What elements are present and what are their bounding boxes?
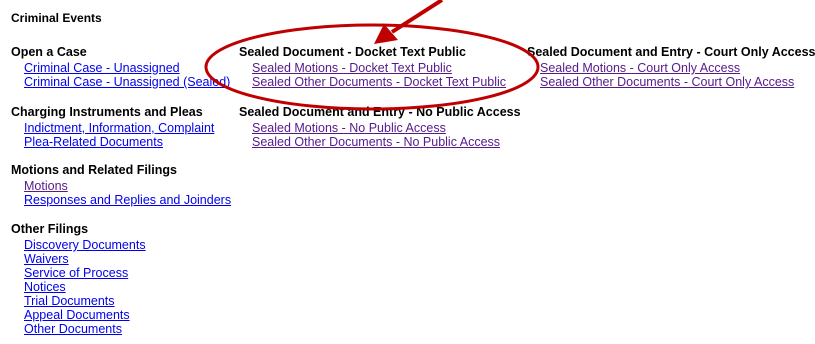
link-responses-replies-joinders[interactable]: Responses and Replies and Joinders bbox=[24, 193, 231, 207]
group-sealed-docket-text-public: Sealed Document - Docket Text Public Sea… bbox=[239, 45, 506, 90]
group-sealed-court-only-access: Sealed Document and Entry - Court Only A… bbox=[527, 45, 815, 90]
link-criminal-case-unassigned[interactable]: Criminal Case - Unassigned bbox=[24, 61, 230, 75]
link-sealed-motions-docket-text-public[interactable]: Sealed Motions - Docket Text Public bbox=[252, 61, 506, 75]
link-indictment-information-complaint[interactable]: Indictment, Information, Complaint bbox=[24, 121, 214, 135]
link-sealed-motions-no-public-access[interactable]: Sealed Motions - No Public Access bbox=[252, 121, 521, 135]
link-appeal-documents[interactable]: Appeal Documents bbox=[24, 308, 146, 322]
link-other-documents[interactable]: Other Documents bbox=[24, 322, 146, 336]
link-sealed-other-court-only-access[interactable]: Sealed Other Documents - Court Only Acce… bbox=[540, 75, 815, 89]
group-sealed-no-public-access: Sealed Document and Entry - No Public Ac… bbox=[239, 105, 521, 150]
link-trial-documents[interactable]: Trial Documents bbox=[24, 294, 146, 308]
page-title: Criminal Events bbox=[11, 11, 102, 25]
group-title: Other Filings bbox=[11, 222, 89, 236]
link-notices[interactable]: Notices bbox=[24, 280, 146, 294]
group-title: Sealed Document and Entry - Court Only A… bbox=[527, 45, 815, 59]
link-motions[interactable]: Motions bbox=[24, 179, 231, 193]
group-title: Motions and Related Filings bbox=[11, 163, 177, 177]
group-title: Open a Case bbox=[11, 45, 87, 59]
link-sealed-motions-court-only-access[interactable]: Sealed Motions - Court Only Access bbox=[540, 61, 815, 75]
arrow-line bbox=[390, 0, 444, 34]
link-discovery-documents[interactable]: Discovery Documents bbox=[24, 238, 146, 252]
group-other-filings: Other Filings Discovery Documents Waiver… bbox=[11, 222, 146, 337]
group-motions-related: Motions and Related Filings Motions Resp… bbox=[11, 163, 231, 208]
group-open-a-case: Open a Case Criminal Case - Unassigned C… bbox=[11, 45, 230, 90]
link-sealed-other-docket-text-public[interactable]: Sealed Other Documents - Docket Text Pub… bbox=[252, 75, 506, 89]
link-criminal-case-unassigned-sealed[interactable]: Criminal Case - Unassigned (Sealed) bbox=[24, 75, 230, 89]
group-title: Sealed Document - Docket Text Public bbox=[239, 45, 466, 59]
group-charging-instruments: Charging Instruments and Pleas Indictmen… bbox=[11, 105, 214, 150]
arrow-head-icon bbox=[374, 24, 398, 44]
link-sealed-other-no-public-access[interactable]: Sealed Other Documents - No Public Acces… bbox=[252, 135, 521, 149]
link-plea-related-documents[interactable]: Plea-Related Documents bbox=[24, 135, 214, 149]
group-title: Sealed Document and Entry - No Public Ac… bbox=[239, 105, 521, 119]
link-service-of-process[interactable]: Service of Process bbox=[24, 266, 146, 280]
group-title: Charging Instruments and Pleas bbox=[11, 105, 203, 119]
link-waivers[interactable]: Waivers bbox=[24, 252, 146, 266]
